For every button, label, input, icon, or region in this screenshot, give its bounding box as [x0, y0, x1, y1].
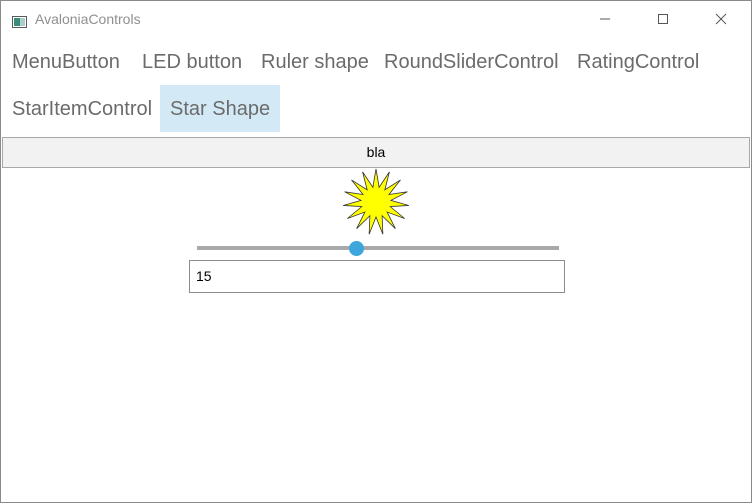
- tab-ratingcontrol[interactable]: RatingControl: [567, 40, 709, 87]
- star-points-input[interactable]: 15: [189, 260, 565, 293]
- minimize-button[interactable]: [576, 1, 634, 37]
- tab-star-shape[interactable]: Star Shape: [160, 85, 281, 132]
- maximize-button[interactable]: [634, 1, 692, 37]
- close-button[interactable]: [692, 1, 750, 37]
- minimize-icon: [600, 18, 610, 20]
- bla-button[interactable]: bla: [2, 137, 750, 168]
- close-icon: [715, 13, 727, 25]
- star-polygon: [343, 168, 409, 235]
- main-window: AvaloniaControls MenuButton LED button R…: [0, 0, 752, 503]
- tab-ruler-shape[interactable]: Ruler shape: [251, 40, 379, 87]
- app-window-icon: [12, 13, 27, 28]
- tab-roundslidercontrol[interactable]: RoundSliderControl: [374, 40, 569, 87]
- title-bar[interactable]: AvaloniaControls: [1, 1, 751, 37]
- star-points-slider[interactable]: [197, 237, 559, 259]
- slider-thumb[interactable]: [349, 241, 365, 256]
- tab-led-button[interactable]: LED button: [132, 40, 252, 87]
- slider-track[interactable]: [197, 246, 559, 250]
- maximize-icon: [658, 14, 668, 24]
- window-title: AvaloniaControls: [35, 11, 141, 27]
- tab-menubutton[interactable]: MenuButton: [2, 40, 130, 87]
- star-shape-icon: [341, 167, 411, 237]
- tab-staritemcontrol[interactable]: StarItemControl: [2, 87, 162, 134]
